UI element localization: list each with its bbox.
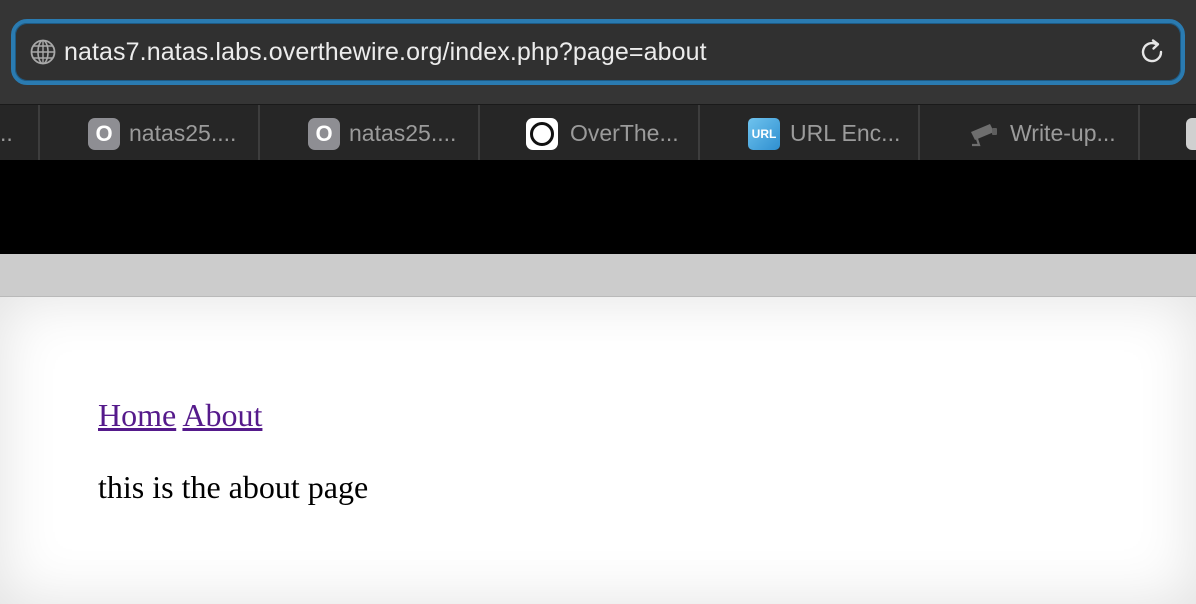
tab-strip: .. O natas25.... O natas25.... OverThe..… [0, 104, 1196, 160]
tab-title: Write-up... [1010, 120, 1116, 146]
letter-o-icon: O [88, 118, 120, 150]
page-header-band [0, 160, 1196, 254]
tab-title: URL Enc... [790, 120, 901, 146]
url-text[interactable]: natas7.natas.labs.overthewire.org/index.… [64, 36, 707, 68]
tab-natas25-1[interactable]: O natas25.... [40, 105, 260, 160]
tab-write-up[interactable]: Write-up... [920, 105, 1140, 160]
tab-title: natas25.... [129, 120, 237, 146]
letter-o-icon: O [308, 118, 340, 150]
about-link[interactable]: About [182, 397, 262, 433]
tab-overthewire[interactable]: OverThe... [480, 105, 700, 160]
tab-title: .. [0, 120, 13, 146]
page-subheader-band [0, 254, 1196, 296]
tab-url-encoder[interactable]: URL URL Enc... [700, 105, 920, 160]
reload-icon[interactable] [1137, 37, 1167, 67]
page-nav: Home About [98, 397, 262, 434]
page-icon [1186, 118, 1196, 150]
overthewire-ring-icon [526, 118, 558, 150]
tab-title: OverThe... [570, 120, 679, 146]
security-camera-icon [971, 124, 997, 147]
tab-partial-right[interactable] [1140, 105, 1196, 160]
home-link[interactable]: Home [98, 397, 176, 433]
tab-title: natas25.... [349, 120, 457, 146]
address-bar[interactable]: natas7.natas.labs.overthewire.org/index.… [11, 19, 1185, 85]
browser-toolbar: natas7.natas.labs.overthewire.org/index.… [0, 0, 1196, 104]
page-content-panel: Home About this is the about page [0, 296, 1196, 604]
about-text: this is the about page [98, 469, 369, 505]
tab-partial-left[interactable]: .. [0, 105, 40, 160]
globe-icon [30, 39, 56, 65]
url-badge-icon: URL [748, 118, 780, 150]
tab-natas25-2[interactable]: O natas25.... [260, 105, 480, 160]
